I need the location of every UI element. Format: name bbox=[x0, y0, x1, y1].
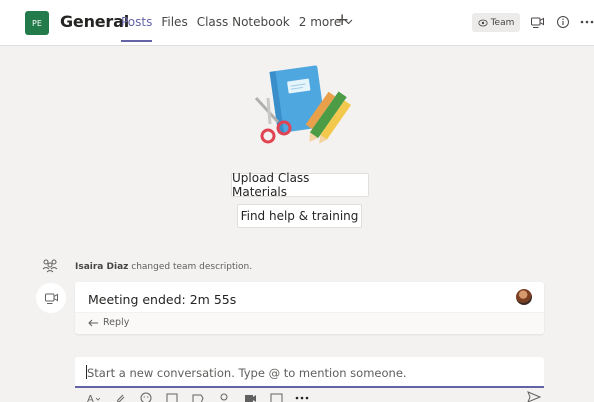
info-icon[interactable] bbox=[554, 13, 572, 31]
emoji-icon[interactable] bbox=[139, 392, 153, 402]
activity-actor[interactable]: Isaira Diaz bbox=[75, 262, 128, 272]
meeting-title: Meeting ended: 2m 55s bbox=[88, 292, 237, 307]
channel-tabs: Posts Files Class Notebook 2 more bbox=[121, 15, 353, 42]
tab-files[interactable]: Files bbox=[161, 15, 187, 29]
upload-class-materials-button[interactable]: Upload Class Materials bbox=[231, 171, 369, 199]
reply-icon bbox=[88, 319, 98, 326]
tab-class-notebook[interactable]: Class Notebook bbox=[197, 15, 290, 29]
new-conversation-input[interactable]: Start a new conversation. Type @ to ment… bbox=[75, 357, 544, 388]
praise-icon[interactable] bbox=[217, 392, 231, 402]
team-button[interactable]: Team bbox=[472, 13, 520, 32]
compose-placeholder: Start a new conversation. Type @ to ment… bbox=[87, 366, 407, 380]
meeting-card[interactable]: Meeting ended: 2m 55s Reply bbox=[75, 282, 544, 334]
team-button-label: Team bbox=[490, 17, 515, 28]
send-icon[interactable] bbox=[527, 391, 541, 402]
attach-icon[interactable] bbox=[113, 392, 127, 402]
channel-header: PE General Posts Files Class Notebook 2 … bbox=[0, 0, 594, 46]
meet-now-icon[interactable] bbox=[243, 392, 257, 402]
svg-text:A: A bbox=[87, 394, 94, 402]
more-options-icon[interactable] bbox=[295, 392, 309, 402]
meeting-card-footer bbox=[75, 312, 544, 334]
compose-toolbar: A bbox=[87, 392, 309, 402]
eye-icon bbox=[477, 19, 488, 26]
activity-message: Isaira Diaz changed team description. bbox=[75, 262, 252, 272]
stream-icon[interactable] bbox=[269, 392, 283, 402]
tab-posts[interactable]: Posts bbox=[121, 15, 153, 42]
sticker-icon[interactable] bbox=[191, 392, 205, 402]
people-icon bbox=[42, 259, 58, 273]
activity-action: changed team description. bbox=[131, 262, 253, 272]
gif-icon[interactable] bbox=[165, 392, 179, 402]
class-materials-illustration bbox=[254, 65, 352, 144]
add-tab-button[interactable]: + bbox=[335, 12, 349, 29]
meeting-icon-avatar bbox=[36, 283, 66, 313]
team-avatar[interactable]: PE bbox=[25, 11, 49, 35]
meet-icon[interactable] bbox=[528, 13, 546, 31]
reply-label: Reply bbox=[103, 317, 130, 328]
format-icon[interactable]: A bbox=[87, 392, 101, 402]
channel-title: General bbox=[60, 12, 129, 31]
find-help-training-button[interactable]: Find help & training bbox=[237, 204, 362, 228]
more-icon[interactable] bbox=[578, 13, 594, 31]
participant-avatar[interactable] bbox=[516, 289, 532, 305]
meet-icon bbox=[44, 293, 58, 304]
reply-button[interactable]: Reply bbox=[88, 317, 129, 328]
